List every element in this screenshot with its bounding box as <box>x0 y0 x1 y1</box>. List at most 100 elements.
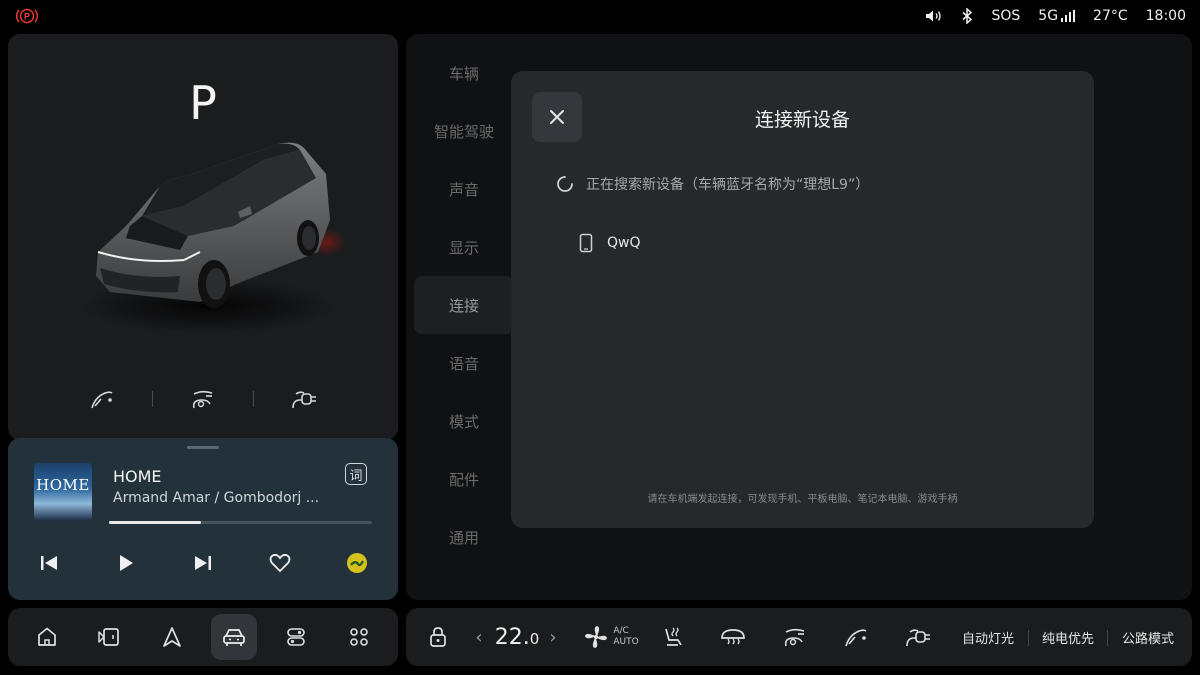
song-artist: Armand Amar / Gombodorj ... <box>113 490 320 506</box>
temperature-up-button[interactable]: › <box>544 608 562 666</box>
play-button[interactable] <box>111 548 141 578</box>
dock-car-button[interactable] <box>211 614 258 660</box>
fuel-door-icon <box>91 391 113 409</box>
network-status: 5G <box>1038 8 1076 24</box>
status-bar: P SOS 5G 27°C 18:00 <box>0 0 1200 32</box>
play-icon <box>120 555 133 571</box>
album-art-title: HOME <box>36 476 90 494</box>
song-title: HOME <box>113 467 162 486</box>
next-icon <box>195 556 211 570</box>
dock-media-button[interactable] <box>86 614 132 660</box>
searching-text: 正在搜索新设备（车辆蓝牙名称为“理想L9”） <box>586 177 870 193</box>
cabin-temperature[interactable]: 22.0 <box>492 608 542 666</box>
ac-label: A/C <box>613 626 629 636</box>
media-icon <box>98 628 120 646</box>
settings-nav-item[interactable]: 连接 <box>414 276 514 334</box>
playback-progress[interactable] <box>109 521 372 524</box>
lock-button[interactable] <box>424 608 452 666</box>
settings-nav-item[interactable]: 车辆 <box>414 44 514 102</box>
temperature-whole: 22. <box>494 624 530 650</box>
auto-label: AUTO <box>613 637 639 647</box>
album-art[interactable]: HOME <box>34 463 92 521</box>
road-mode-button[interactable]: 公路模式 <box>1116 608 1180 666</box>
divider <box>1028 630 1029 646</box>
dock-navigation-button[interactable] <box>149 614 195 660</box>
fan-icon <box>585 626 608 648</box>
charge-plug-button[interactable] <box>902 608 934 666</box>
settings-nav-item[interactable]: 声音 <box>414 160 514 218</box>
lock-icon <box>430 627 446 647</box>
signal-bars-icon <box>1061 10 1076 22</box>
favorite-button[interactable] <box>265 548 295 578</box>
searching-status: 正在搜索新设备（车辆蓝牙名称为“理想L9”） <box>556 174 869 194</box>
car-icon <box>223 629 245 646</box>
grid-icon <box>349 628 368 646</box>
rear-defrost-button[interactable] <box>716 608 750 666</box>
vehicle-actions <box>8 384 398 414</box>
home-icon <box>38 627 57 646</box>
connect-device-dialog: 连接新设备 正在搜索新设备（车辆蓝牙名称为“理想L9”） QwQ 请在车机端发起… <box>511 71 1094 528</box>
vehicle-card: P <box>8 34 398 440</box>
auto-lights-button[interactable]: 自动灯光 <box>956 608 1020 666</box>
phone-icon <box>579 233 593 253</box>
outside-temperature: 27°C <box>1093 8 1128 24</box>
previous-button[interactable] <box>34 548 64 578</box>
sos-label[interactable]: SOS <box>991 8 1020 24</box>
dialog-title: 连接新设备 <box>754 109 850 131</box>
seat-heat-icon <box>665 627 682 646</box>
dialog-hint: 请在车机端发起连接，可发现手机、平板电脑、笔记本电脑、游戏手柄 <box>647 494 958 505</box>
device-list-item[interactable]: QwQ <box>579 233 641 253</box>
settings-nav: 车辆 智能驾驶 声音 显示 连接 语音 模式 配件 通用 <box>414 44 514 566</box>
ac-auto-label: A/C AUTO <box>613 626 638 648</box>
temperature-value: 22.0 <box>495 625 540 650</box>
settings-nav-item[interactable]: 显示 <box>414 218 514 276</box>
dock-toggles-button[interactable] <box>273 614 319 660</box>
charge-door-left-icon <box>192 390 213 409</box>
app-dock <box>8 608 398 666</box>
dock-grid-button[interactable] <box>336 614 382 660</box>
charge-door-left-icon <box>784 628 805 647</box>
charge-door-left-button[interactable] <box>153 384 253 414</box>
bluetooth-icon[interactable] <box>961 8 973 24</box>
settings-nav-item[interactable]: 智能驾驶 <box>414 102 514 160</box>
divider <box>1107 630 1108 646</box>
dock-home-button[interactable] <box>24 614 70 660</box>
music-app-button[interactable] <box>342 548 372 578</box>
fuel-door-icon <box>845 629 867 647</box>
volume-icon[interactable] <box>925 9 943 23</box>
settings-nav-item[interactable]: 模式 <box>414 392 514 450</box>
drag-handle[interactable] <box>187 446 219 449</box>
gear-indicator: P <box>189 76 217 130</box>
favorite-icon <box>269 553 291 573</box>
charge-door-button[interactable] <box>780 608 810 666</box>
temperature-down-button[interactable]: ‹ <box>470 608 488 666</box>
defrost-icon <box>721 629 745 645</box>
svg-text:P: P <box>24 12 30 22</box>
loading-spinner-icon <box>557 176 573 192</box>
charge-plug-icon <box>906 629 930 647</box>
climate-bar: ‹ 22.0 › A/C AUTO 自动灯光 纯电优先 公路模式 <box>406 608 1192 666</box>
next-button[interactable] <box>188 548 218 578</box>
settings-nav-item[interactable]: 配件 <box>414 450 514 508</box>
fuel-door-button[interactable] <box>52 384 152 414</box>
apps-toggle-icon <box>287 628 306 646</box>
fuel-door-button[interactable] <box>841 608 871 666</box>
temperature-decimal: 0 <box>529 629 540 648</box>
previous-icon <box>41 556 57 570</box>
music-player-card: HOME HOME Armand Amar / Gombodorj ... 词 <box>8 438 398 600</box>
settings-nav-item[interactable]: 语音 <box>414 334 514 392</box>
clock: 18:00 <box>1145 8 1186 24</box>
parking-brake-warning-icon: P <box>16 8 38 24</box>
settings-nav-item[interactable]: 通用 <box>414 508 514 566</box>
ev-priority-button[interactable]: 纯电优先 <box>1036 608 1100 666</box>
lyrics-button[interactable]: 词 <box>345 463 367 485</box>
vehicle-image[interactable] <box>68 134 348 344</box>
playback-progress-fill <box>109 521 202 524</box>
ac-auto-button[interactable]: A/C AUTO <box>582 608 640 666</box>
seat-ventilation-button[interactable] <box>656 608 688 666</box>
navigation-icon <box>162 627 181 647</box>
charge-plug-button[interactable] <box>254 384 354 414</box>
device-name: QwQ <box>607 235 641 251</box>
playback-controls <box>8 548 398 578</box>
music-app-icon <box>347 553 367 573</box>
